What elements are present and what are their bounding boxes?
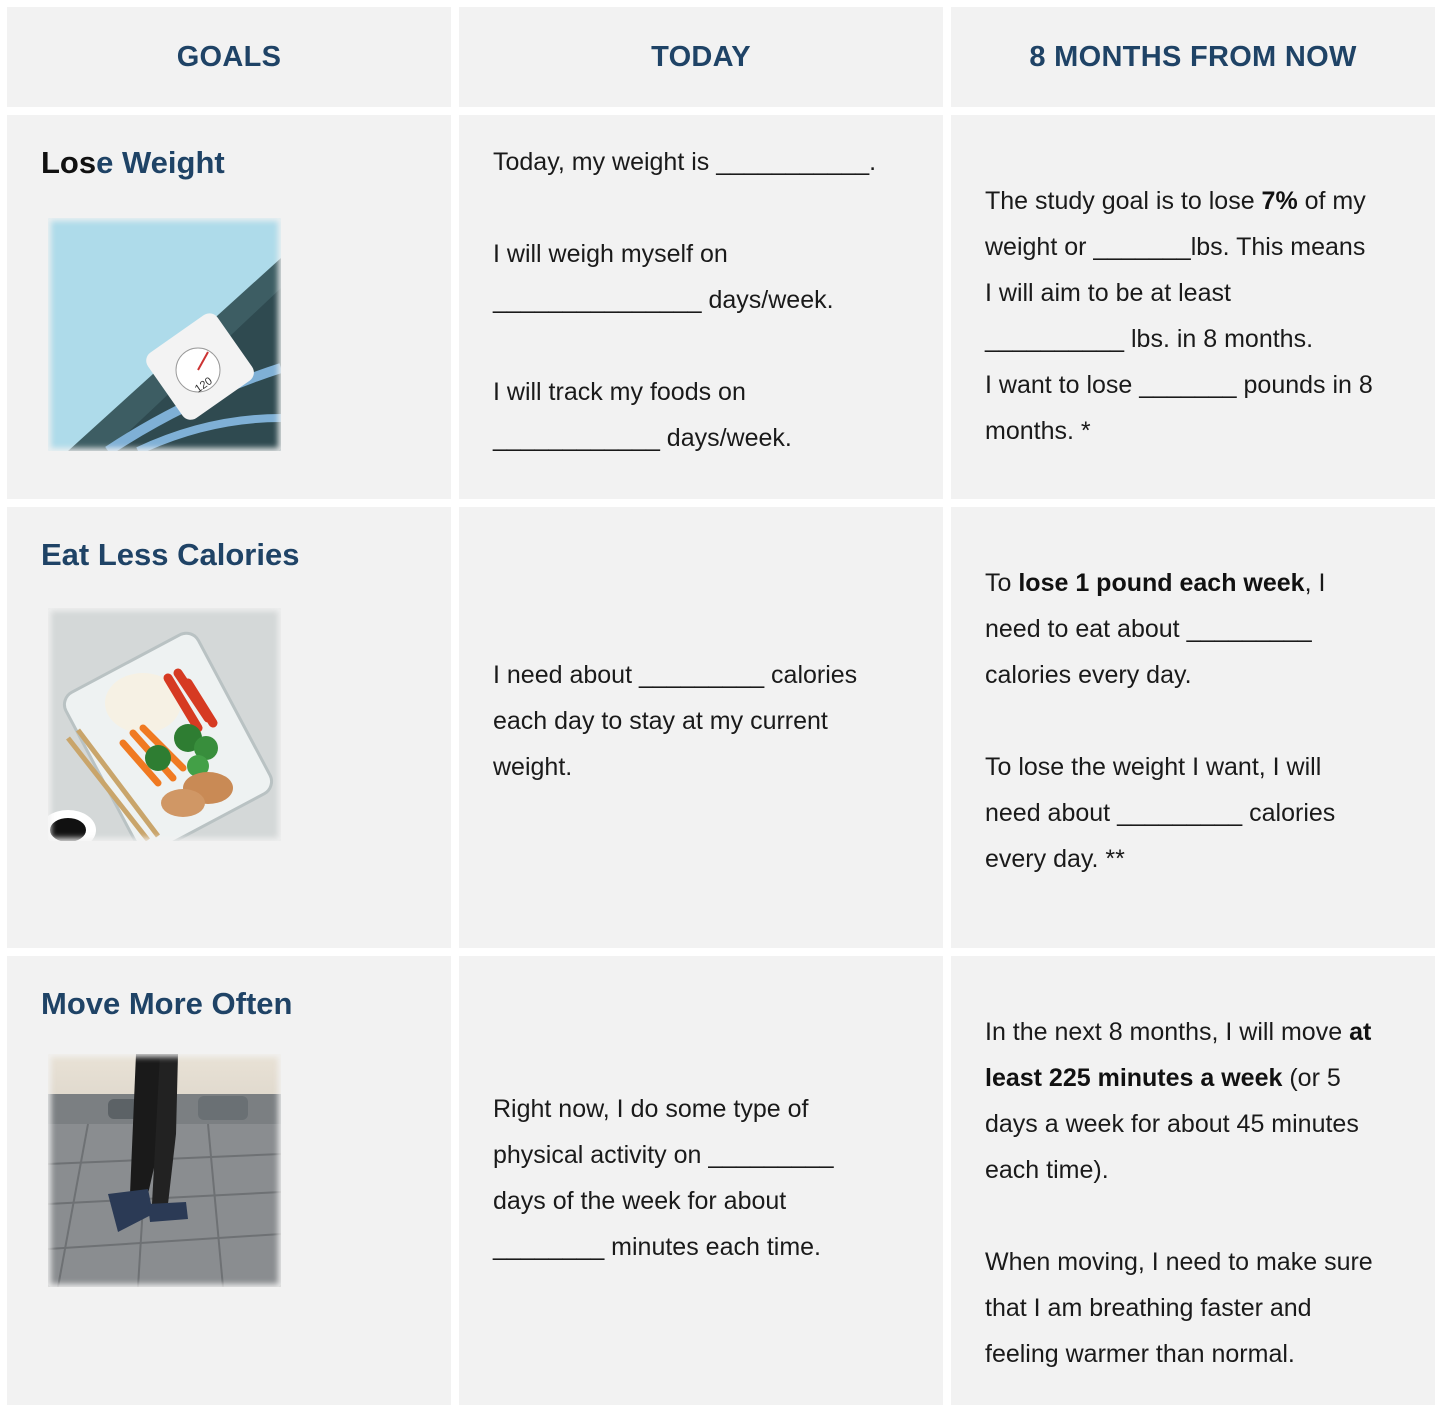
walking-legs-image	[48, 1054, 281, 1287]
goal-cell-lose-weight: Lose Weight 120	[7, 115, 451, 499]
today-weight-text: Today, my weight is ___________.	[493, 139, 876, 185]
weigh-frequency-text: I will weigh myself on _______________ d…	[493, 231, 834, 323]
move-future-bold1: at	[1349, 1018, 1372, 1046]
calories-today-line3: weight.	[493, 753, 573, 781]
weight-future-a2: of my	[1297, 187, 1366, 215]
move-future-b2: (or 5	[1282, 1064, 1341, 1092]
calories-future-d: To lose the weight I want, I will	[985, 753, 1322, 781]
weight-today-line3: _______________ days/week.	[493, 286, 834, 314]
weight-future-d: __________ lbs. in 8 months.	[985, 325, 1314, 353]
weight-future-bold: 7%	[1261, 187, 1298, 215]
calories-future-f: every day. **	[985, 845, 1125, 873]
weight-future-b: weight or _______lbs. This means	[985, 233, 1366, 261]
today-cell-move-more: Right now, I do some type of physical ac…	[459, 956, 943, 1405]
header-today: TODAY	[459, 7, 943, 107]
track-foods-text: I will track my foods on ____________ da…	[493, 369, 792, 461]
future-cell-move-more: In the next 8 months, I will move at lea…	[951, 956, 1435, 1405]
move-future-bold2: least 225 minutes a week	[985, 1064, 1283, 1092]
activity-goal-text: In the next 8 months, I will move at lea…	[985, 1009, 1371, 1193]
goal-title-part2: e Weight	[96, 145, 225, 180]
future-cell-lose-weight: The study goal is to lose 7% of my weigh…	[951, 115, 1435, 499]
activity-now-text: Right now, I do some type of physical ac…	[493, 1086, 834, 1270]
bathroom-scale-image: 120	[48, 218, 281, 451]
goal-title-move-more: Move More Often	[41, 986, 293, 1021]
calorie-maintenance-text: I need about _________ calories each day…	[493, 652, 857, 790]
weight-goal-text: The study goal is to lose 7% of my weigh…	[985, 178, 1373, 454]
calories-future-b: need to eat about _________	[985, 615, 1312, 643]
goal-title-eat-less: Eat Less Calories	[41, 537, 300, 572]
move-future-e: When moving, I need to make sure	[985, 1248, 1373, 1276]
move-today-line2: physical activity on _________	[493, 1141, 834, 1169]
calories-today-line2: each day to stay at my current	[493, 707, 828, 735]
header-future-label: 8 MONTHS FROM NOW	[1029, 40, 1357, 73]
move-future-g: feeling warmer than normal.	[985, 1340, 1295, 1368]
move-future-a1: In the next 8 months, I will move	[985, 1018, 1350, 1046]
weight-future-c: I will aim to be at least	[985, 279, 1231, 307]
activity-intensity-text: When moving, I need to make sure that I …	[985, 1239, 1373, 1377]
header-today-label: TODAY	[651, 40, 751, 73]
calories-future-c: calories every day.	[985, 661, 1192, 689]
weight-future-e: I want to lose _______ pounds in 8	[985, 371, 1373, 399]
move-today-line1: Right now, I do some type of	[493, 1095, 809, 1123]
calorie-goal-text: To lose 1 pound each week, I need to eat…	[985, 560, 1325, 698]
weight-future-a1: The study goal is to lose	[985, 187, 1262, 215]
goal-cell-eat-less: Eat Less Calories	[7, 507, 451, 948]
weight-future-f: months. *	[985, 417, 1091, 445]
move-future-f: that I am breathing faster and	[985, 1294, 1312, 1322]
header-future: 8 MONTHS FROM NOW	[951, 7, 1435, 107]
header-goals: GOALS	[7, 7, 451, 107]
today-cell-lose-weight: Today, my weight is ___________. I will …	[459, 115, 943, 499]
calorie-weight-text: To lose the weight I want, I will need a…	[985, 744, 1335, 882]
move-future-c: days a week for about 45 minutes	[985, 1110, 1359, 1138]
calories-future-e: need about _________ calories	[985, 799, 1336, 827]
calories-future-bold: lose 1 pound each week	[1018, 569, 1305, 597]
calories-today-line1: I need about _________ calories	[493, 661, 858, 689]
goal-title-part1: Los	[41, 145, 97, 180]
meal-prep-container-image	[48, 608, 281, 841]
move-today-line4: ________ minutes each time.	[493, 1233, 821, 1261]
goal-cell-move-more: Move More Often	[7, 956, 451, 1405]
move-today-line3: days of the week for about	[493, 1187, 787, 1215]
today-cell-eat-less: I need about _________ calories each day…	[459, 507, 943, 948]
header-goals-label: GOALS	[176, 40, 282, 73]
future-cell-eat-less: To lose 1 pound each week, I need to eat…	[951, 507, 1435, 948]
calories-future-a2: , I	[1304, 569, 1326, 597]
weight-today-line4: I will track my foods on	[493, 378, 746, 406]
calories-future-a1: To	[985, 569, 1019, 597]
move-future-d: each time).	[985, 1156, 1109, 1184]
weight-today-line1: Today, my weight is ___________.	[493, 148, 877, 176]
weight-today-line2: I will weigh myself on	[493, 240, 728, 268]
goal-title-lose-weight: Lose Weight	[41, 145, 225, 181]
weight-today-line5: ____________ days/week.	[493, 424, 792, 452]
